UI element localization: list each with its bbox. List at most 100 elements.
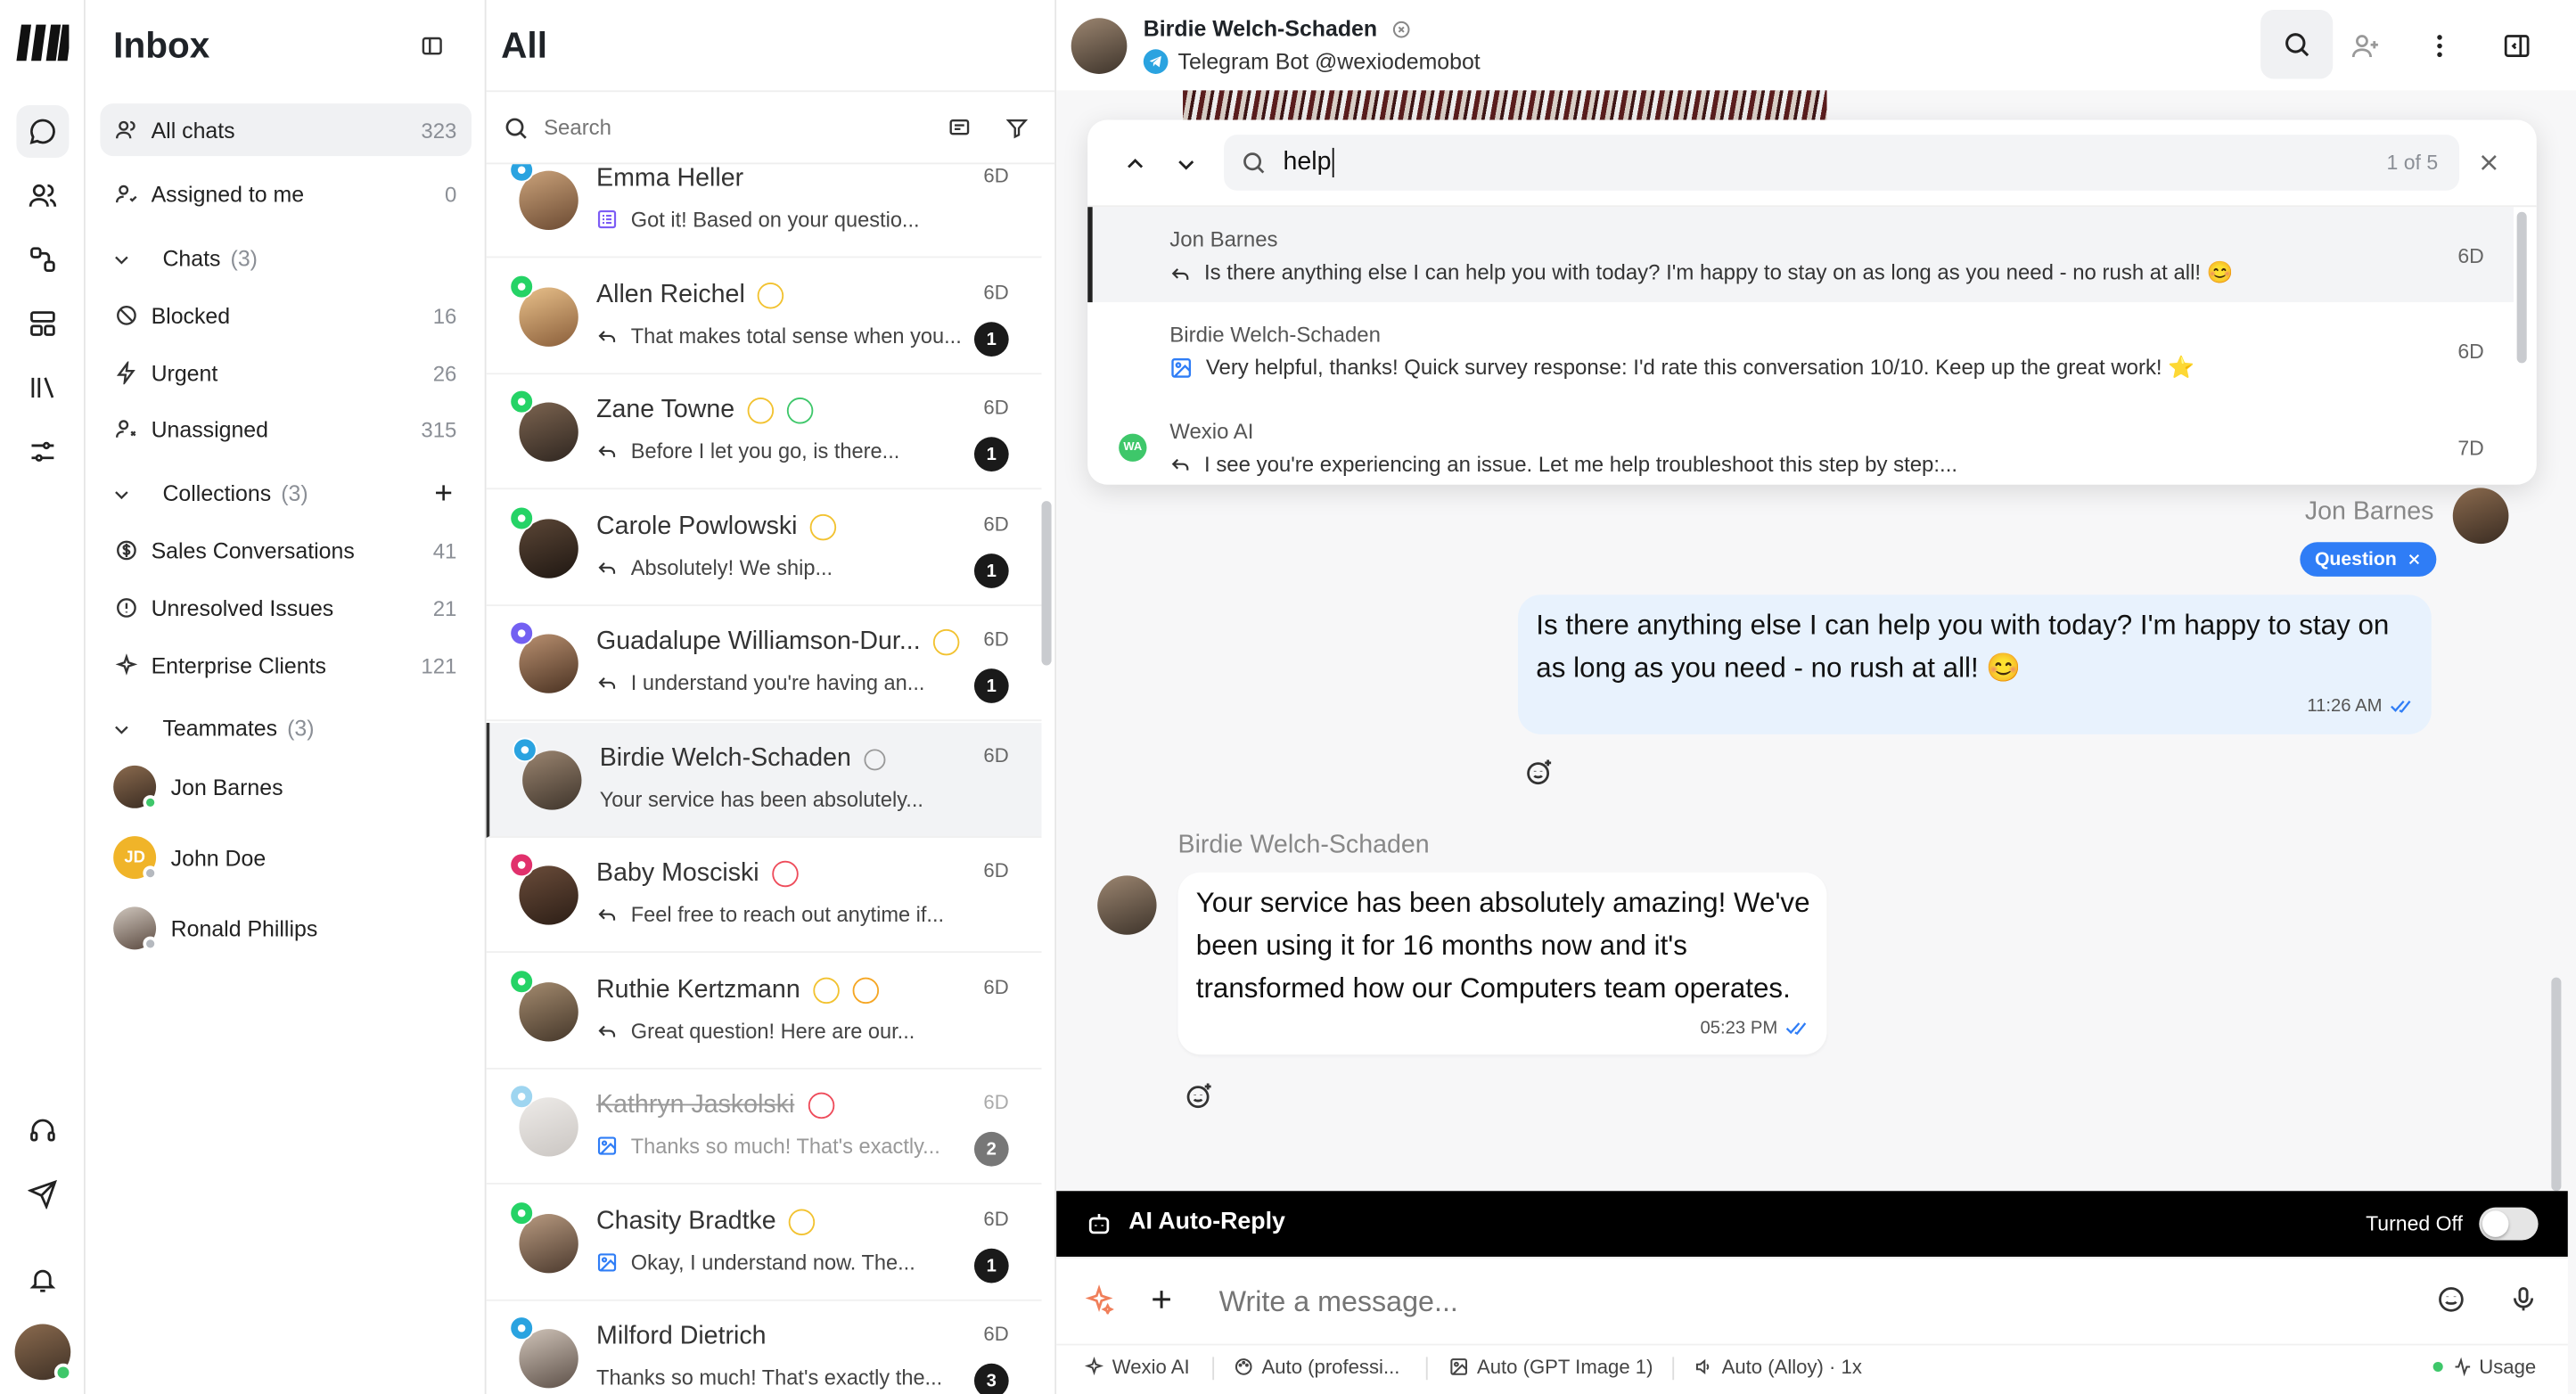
results-scrollbar[interactable] xyxy=(2516,211,2527,364)
add-reaction-icon[interactable] xyxy=(1185,1081,1214,1111)
close-icon[interactable] xyxy=(2477,152,2500,175)
whatsapp-icon xyxy=(509,389,535,414)
microphone-icon[interactable] xyxy=(2508,1284,2538,1314)
nav-unresolved-issues[interactable]: Unresolved Issues 21 xyxy=(100,581,472,634)
reply-icon xyxy=(596,904,618,925)
sliders-icon[interactable] xyxy=(23,432,62,472)
nav-unassigned[interactable]: Unassigned 315 xyxy=(100,403,472,455)
chat-scrollbar[interactable] xyxy=(2551,977,2562,1192)
toolbar-image[interactable]: Auto (GPT Image 1) xyxy=(1449,1356,1653,1378)
status-dot xyxy=(2432,1361,2443,1372)
pending-clock-icon xyxy=(747,398,775,424)
ai-auto-reply-bar: AI Auto-Reply Turned Off xyxy=(1056,1191,2568,1257)
layout-icon[interactable] xyxy=(23,304,62,343)
conversation-row[interactable]: Birdie Welch-Schaden Your service has bee… xyxy=(486,722,1042,838)
toolbar-usage[interactable]: Usage xyxy=(2432,1356,2536,1378)
conversation-row[interactable]: Allen Reichel That makes total sense when… xyxy=(486,259,1042,375)
preview-row: That makes total sense when you... xyxy=(596,324,962,348)
message-meta: 11:26 AM xyxy=(2307,696,2415,717)
library-icon[interactable] xyxy=(23,368,62,407)
emoji-icon[interactable] xyxy=(2436,1284,2465,1314)
attach-plus-icon[interactable] xyxy=(1148,1286,1174,1312)
toolbar-ai[interactable]: Wexio AI xyxy=(1084,1355,1190,1379)
teammate-item[interactable]: Jon Barnes xyxy=(113,765,283,810)
collapse-sidebar-icon[interactable] xyxy=(419,33,445,59)
search-icon xyxy=(1241,150,1267,176)
add-user-icon[interactable] xyxy=(2350,31,2380,61)
message-input[interactable] xyxy=(1218,1277,2205,1324)
teammate-name: John Doe xyxy=(170,845,267,870)
chat-bubble-icon[interactable] xyxy=(16,104,70,158)
contact-sub-row: Telegram Bot @wexiodemobot xyxy=(1143,49,1481,74)
more-options-icon[interactable] xyxy=(2424,31,2454,61)
preview-row: Got it! Based on your questio... xyxy=(596,207,920,232)
conversation-row[interactable]: Emma Heller Got it! Based on your questio… xyxy=(486,164,1042,258)
chevron-down-icon[interactable] xyxy=(1175,152,1198,176)
user-avatar[interactable] xyxy=(14,1324,73,1382)
add-reaction-icon[interactable] xyxy=(1524,758,1554,787)
timestamp: 6D xyxy=(983,743,1009,767)
last-message-preview: Absolutely! We ship... xyxy=(630,554,833,580)
toolbar-voice[interactable]: Auto (Alloy) · 1x xyxy=(1694,1356,1862,1378)
section-chats[interactable]: Chats (3) xyxy=(111,246,258,271)
search-result[interactable]: Jon Barnes Is there anything else I can … xyxy=(1087,207,2514,303)
toolbar-label: Wexio AI xyxy=(1112,1355,1190,1379)
lightning-icon xyxy=(115,361,138,385)
divider xyxy=(1056,1343,2568,1346)
preview-row: Absolutely! We ship... xyxy=(596,555,833,580)
message-image[interactable] xyxy=(1183,90,1827,120)
incoming-message[interactable]: Your service has been absolutely amazing… xyxy=(1177,872,1827,1055)
auto-reply-label: AI Auto-Reply xyxy=(1128,1209,1285,1236)
message-search-field[interactable]: help 1 of 5 xyxy=(1224,135,2460,191)
bell-icon[interactable] xyxy=(23,1260,62,1300)
tag-badge[interactable]: Question xyxy=(2300,542,2437,577)
unread-badge: 3 xyxy=(973,1363,1009,1394)
teammate-item[interactable]: JD John Doe xyxy=(113,836,267,881)
conversation-row[interactable]: Carole Powlowski Absolutely! We ship... 6D… xyxy=(486,491,1042,607)
send-icon[interactable] xyxy=(23,1175,62,1214)
teammate-item[interactable]: Ronald Phillips xyxy=(113,906,317,952)
toolbar-tone[interactable]: Auto (professi... xyxy=(1234,1356,1399,1378)
nav-all-chats[interactable]: All chats 323 xyxy=(100,103,472,157)
add-collection-icon[interactable] xyxy=(432,481,455,504)
filter-icon[interactable] xyxy=(1005,117,1029,140)
workflow-icon[interactable] xyxy=(23,240,62,279)
timestamp: 6D xyxy=(983,164,1009,188)
nav-enterprise-clients[interactable]: Enterprise Clients 121 xyxy=(100,639,472,692)
conversation-row[interactable]: Guadalupe Williamson-Dur... I understand … xyxy=(486,606,1042,722)
search-input[interactable] xyxy=(544,115,906,140)
headset-icon[interactable] xyxy=(23,1111,62,1150)
conversation-row[interactable]: Zane Towne Before I let you go, is there.… xyxy=(486,374,1042,490)
contact-name-row: Kathryn Jaskolski xyxy=(596,1091,834,1120)
toggle-panel-icon[interactable] xyxy=(2502,31,2531,61)
nav-urgent[interactable]: Urgent 26 xyxy=(100,347,472,399)
section-collections[interactable]: Collections (3) xyxy=(111,481,308,506)
section-teammates[interactable]: Teammates (3) xyxy=(111,717,315,741)
conversation-row[interactable]: Kathryn Jaskolski Thanks so much! That's … xyxy=(486,1070,1042,1185)
contacts-icon[interactable] xyxy=(23,176,62,215)
compose-icon[interactable] xyxy=(948,117,971,140)
avatar xyxy=(113,906,158,952)
outgoing-message[interactable]: Is there anything else I can help you wi… xyxy=(1518,594,2432,734)
whatsapp-icon xyxy=(509,505,535,531)
chevron-down-icon xyxy=(111,249,135,268)
nav-assigned-to-me[interactable]: Assigned to me 0 xyxy=(100,168,472,220)
nav-sales-conversations[interactable]: Sales Conversations 41 xyxy=(100,524,472,577)
chevron-up-icon[interactable] xyxy=(1124,152,1147,176)
nav-blocked[interactable]: Blocked 16 xyxy=(100,289,472,341)
conversation-row[interactable]: Chasity Bradtke Okay, I understand now. T… xyxy=(486,1186,1042,1301)
ai-sparkle-icon[interactable] xyxy=(1084,1284,1114,1315)
conversation-row[interactable]: Ruthie Kertzmann Great question! Here are… xyxy=(486,955,1042,1070)
remove-tag-icon[interactable] xyxy=(2407,552,2422,567)
divider xyxy=(1425,1357,1428,1381)
search-messages-button[interactable] xyxy=(2260,10,2334,79)
search-result[interactable]: WA Wexio AI I see you're experiencing an… xyxy=(1087,399,2514,485)
message-search-popup: help 1 of 5 Jon Barnes Is there anything… xyxy=(1087,119,2537,485)
logo-icon[interactable] xyxy=(16,20,70,66)
conversation-row[interactable]: Milford Dietrich Thanks so much! That's e… xyxy=(487,1301,1042,1394)
list-scrollbar[interactable] xyxy=(1041,501,1052,666)
auto-reply-toggle[interactable] xyxy=(2479,1207,2539,1241)
contact-avatar[interactable] xyxy=(1071,18,1128,74)
search-result[interactable]: Birdie Welch-Schaden Very helpful, thank… xyxy=(1087,302,2514,398)
conversation-row[interactable]: Baby Mosciski Feel free to reach out anyt… xyxy=(486,838,1042,954)
